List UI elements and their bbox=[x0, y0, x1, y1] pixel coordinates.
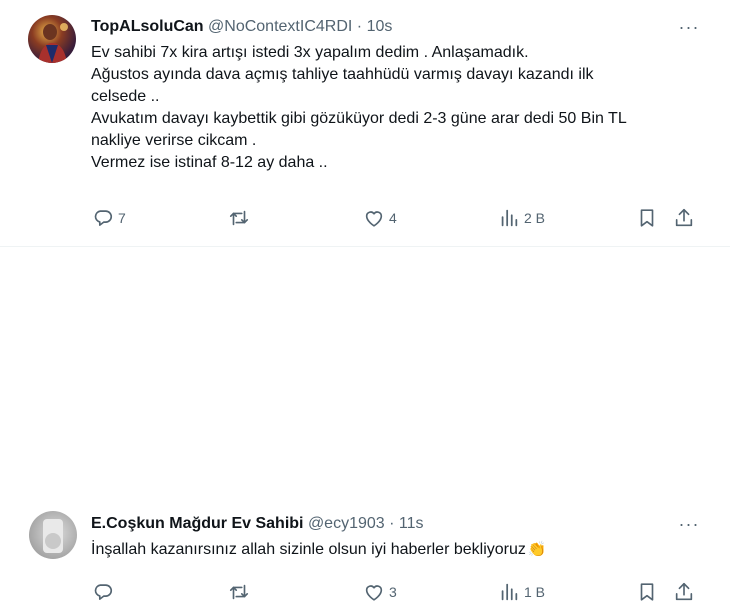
share-icon bbox=[673, 581, 695, 603]
tweet-header: E.Coşkun Mağdur Ev Sahibi @ecy1903 · 11s bbox=[91, 514, 424, 534]
tweet-text: İnşallah kazanırsınız allah sizinle olsu… bbox=[91, 539, 691, 561]
bookmark-button[interactable] bbox=[636, 580, 658, 604]
bookmark-button[interactable] bbox=[636, 206, 658, 230]
avatar[interactable] bbox=[29, 511, 77, 559]
handle[interactable]: @NoContextIC4RDI bbox=[208, 18, 352, 35]
share-button[interactable] bbox=[673, 580, 695, 604]
like-count: 4 bbox=[389, 210, 397, 226]
bookmark-icon bbox=[636, 581, 658, 603]
reply-count: 7 bbox=[118, 210, 126, 226]
like-button[interactable]: 3 bbox=[363, 580, 397, 604]
more-horizontal-icon[interactable]: ··· bbox=[678, 17, 700, 37]
tweet[interactable]: TopALsoluCan @NoContextIC4RDI · 10s ··· … bbox=[0, 0, 730, 247]
views-count: 1 B bbox=[524, 584, 546, 600]
tweet-text: Ev sahibi 7x kira artışı istedi 3x yapal… bbox=[91, 42, 691, 174]
separator: · bbox=[389, 515, 395, 532]
like-count: 3 bbox=[389, 584, 397, 600]
handle[interactable]: @ecy1903 bbox=[308, 515, 385, 532]
timestamp[interactable]: 11s bbox=[399, 515, 424, 532]
reply-button[interactable]: 7 bbox=[92, 206, 126, 230]
views-count: 2 B bbox=[524, 210, 546, 226]
views-button[interactable]: 2 B bbox=[498, 206, 545, 230]
retweet-button[interactable] bbox=[228, 580, 254, 604]
separator: · bbox=[356, 18, 363, 35]
tweet-header: TopALsoluCan @NoContextIC4RDI · 10s bbox=[91, 17, 392, 37]
retweet-icon bbox=[228, 581, 250, 603]
reply-text: İnşallah kazanırsınız allah sizinle olsu… bbox=[91, 541, 526, 558]
tweet[interactable]: E.Coşkun Mağdur Ev Sahibi @ecy1903 · 11s… bbox=[0, 247, 730, 601]
like-button[interactable]: 4 bbox=[363, 206, 397, 230]
action-bar: 3 1 B bbox=[0, 580, 730, 604]
views-button[interactable]: 1 B bbox=[498, 580, 545, 604]
action-bar: 7 4 2 B bbox=[0, 206, 730, 230]
tweet-text-line: Ağustos ayında dava açmış tahliye taahhü… bbox=[91, 66, 594, 83]
tweet-text-line: nakliye verirse cikcam . bbox=[91, 132, 257, 149]
reply-icon bbox=[92, 207, 114, 229]
tweet-text-line: Avukatım davayı kaybettik gibi gözüküyor… bbox=[91, 110, 627, 127]
tweet-text-line: Ev sahibi 7x kira artışı istedi 3x yapal… bbox=[91, 44, 529, 61]
clapping-hands-emoji: 👏 bbox=[527, 541, 547, 558]
reply-icon bbox=[92, 581, 114, 603]
tweet-text-line: İnşallah kazanırsınız allah sizinle olsu… bbox=[91, 539, 691, 561]
tweet-text-line: celsede .. bbox=[91, 88, 160, 105]
tweet-text-line: Vermez ise istinaf 8-12 ay daha .. bbox=[91, 154, 328, 171]
timestamp[interactable]: 10s bbox=[367, 18, 393, 35]
bookmark-icon bbox=[636, 207, 658, 229]
reply-button[interactable] bbox=[92, 580, 118, 604]
display-name[interactable]: TopALsoluCan bbox=[91, 18, 204, 35]
avatar[interactable] bbox=[28, 15, 76, 63]
retweet-button[interactable] bbox=[228, 206, 254, 230]
share-icon bbox=[673, 207, 695, 229]
views-chart-icon bbox=[498, 581, 520, 603]
more-horizontal-icon[interactable]: ··· bbox=[678, 514, 700, 534]
share-button[interactable] bbox=[673, 206, 695, 230]
display-name[interactable]: E.Coşkun Mağdur Ev Sahibi bbox=[91, 515, 303, 532]
views-chart-icon bbox=[498, 207, 520, 229]
retweet-icon bbox=[228, 207, 250, 229]
heart-icon bbox=[363, 207, 385, 229]
heart-icon bbox=[363, 581, 385, 603]
